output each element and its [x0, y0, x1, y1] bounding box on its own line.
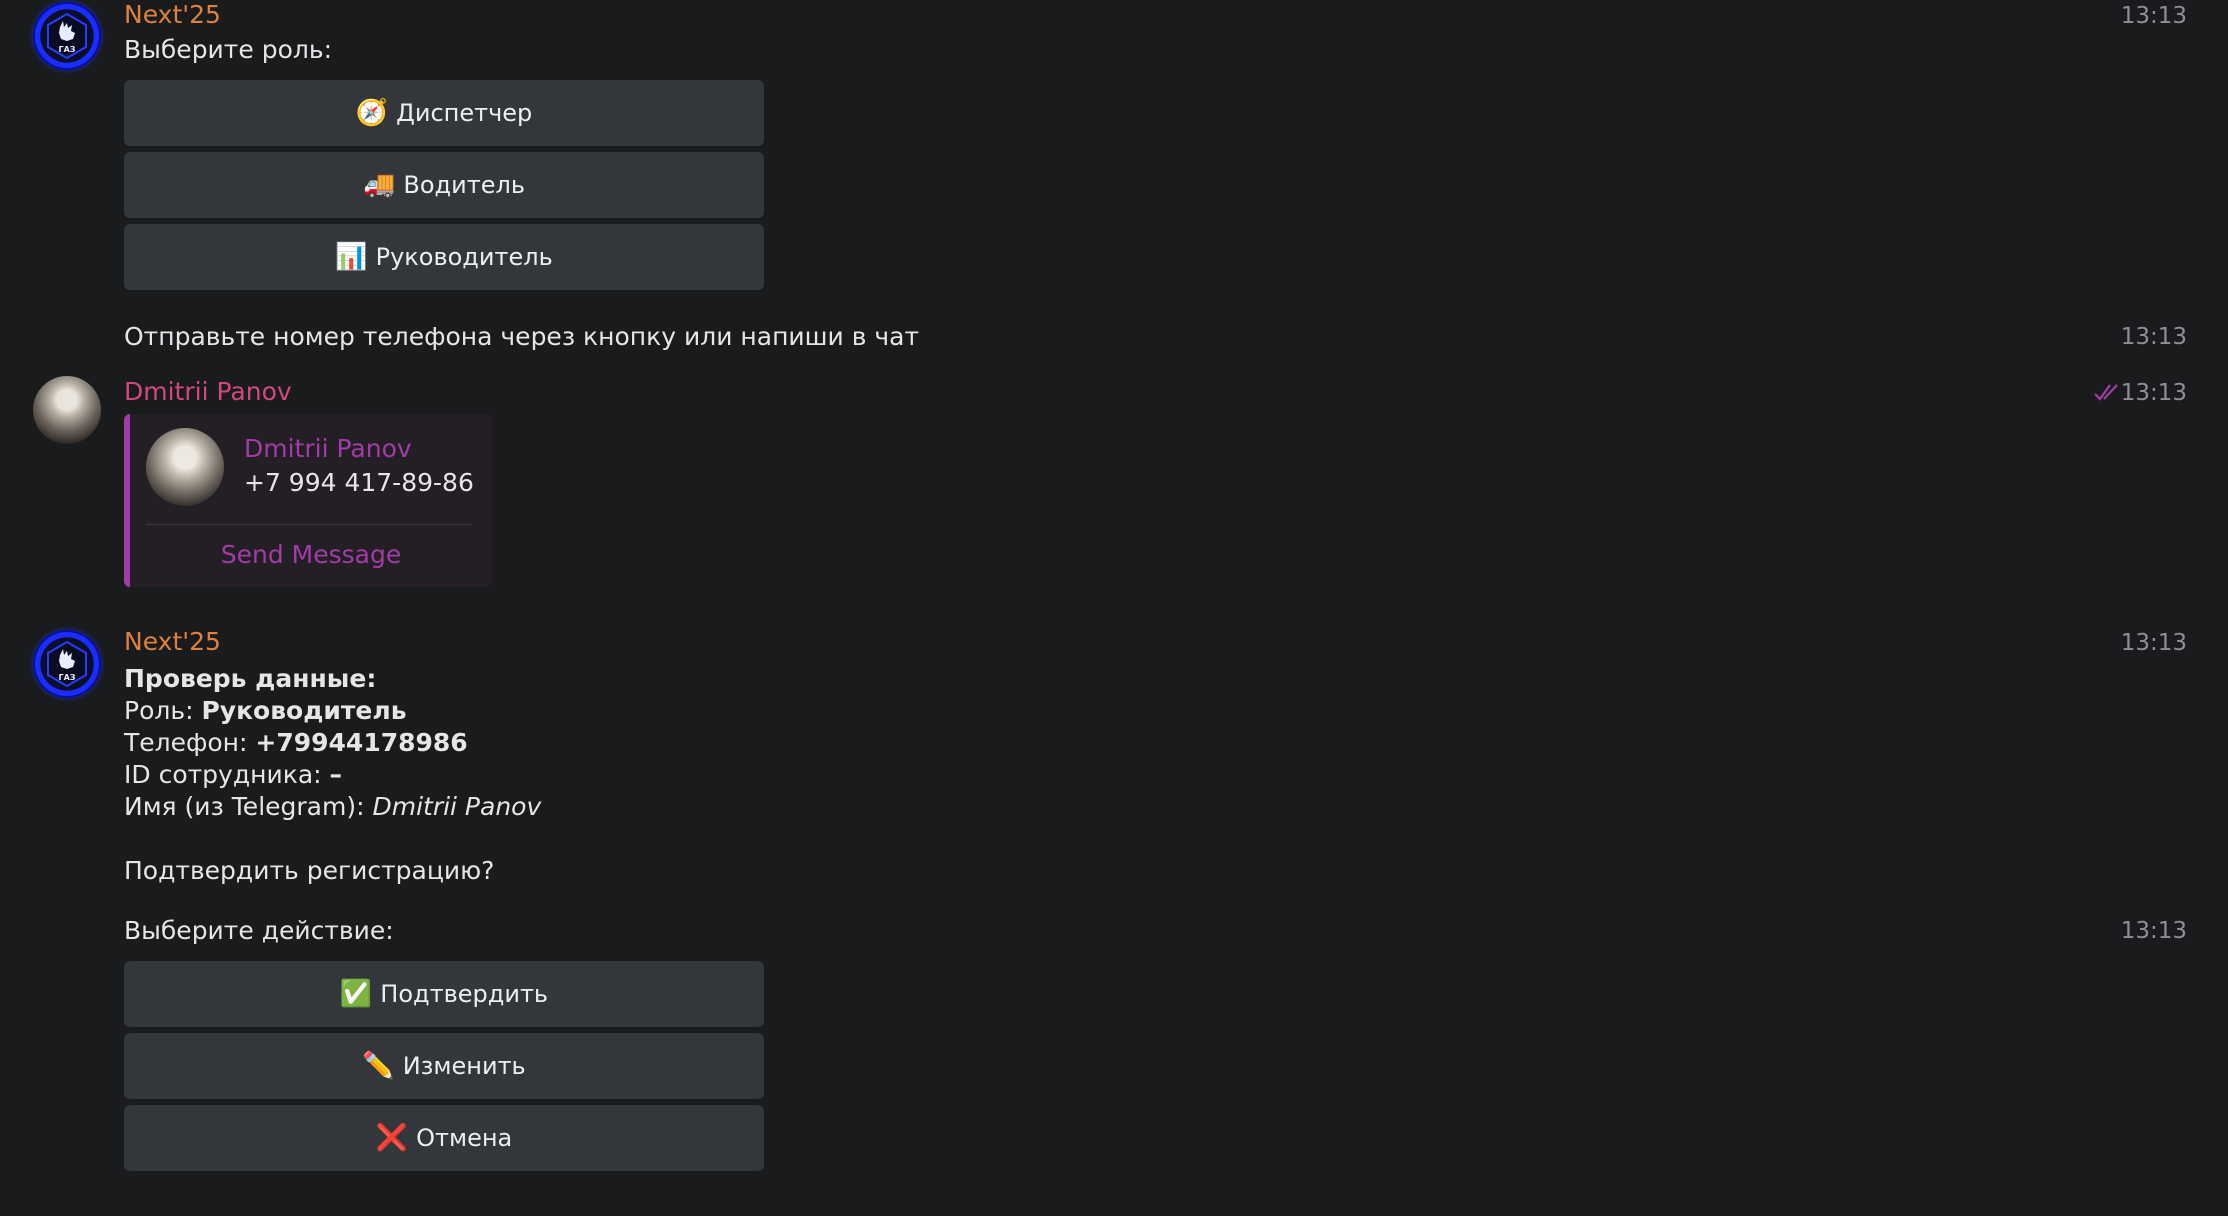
role-label: Роль: — [124, 696, 202, 725]
role-dispatcher-button[interactable]: 🧭 Диспетчер — [124, 80, 764, 146]
send-message-button[interactable]: Send Message — [130, 540, 492, 569]
heading-text: Проверь данные: — [124, 664, 377, 693]
button-label: Отмена — [416, 1124, 513, 1152]
button-label: Изменить — [402, 1052, 526, 1080]
compass-icon: 🧭 — [355, 98, 389, 128]
button-label: Водитель — [403, 171, 525, 199]
message-heading: Проверь данные: — [124, 663, 376, 695]
contact-name[interactable]: Dmitrii Panov — [244, 434, 412, 463]
employee-id-line: ID сотрудника: – — [124, 759, 342, 791]
divider — [146, 524, 472, 525]
chat-page: ГАЗ Next'25 13:13 Выберите роль: 🧭 Диспе… — [0, 0, 2228, 1216]
gaz-deer-logo-icon: ГАЗ — [47, 13, 87, 59]
contact-avatar[interactable] — [146, 428, 224, 506]
message-time: 13:13 — [2120, 324, 2187, 350]
name-label: Имя (из Telegram): — [124, 792, 373, 821]
button-label: Руководитель — [375, 243, 553, 271]
id-value: – — [329, 760, 343, 789]
role-driver-button[interactable]: 🚚 Водитель — [124, 152, 764, 218]
button-label: Подтвердить — [380, 980, 549, 1008]
pencil-icon: ✏️ — [362, 1051, 395, 1081]
bot-avatar[interactable]: ГАЗ — [33, 2, 101, 70]
gaz-deer-logo-icon: ГАЗ — [47, 641, 87, 687]
message-time: 13:13 — [2120, 3, 2187, 29]
message-time: 13:13 — [2120, 918, 2187, 944]
role-line: Роль: Руководитель — [124, 695, 407, 727]
message-time: 13:13 — [2120, 380, 2187, 406]
svg-text:ГАЗ: ГАЗ — [59, 45, 76, 54]
role-value: Руководитель — [201, 696, 407, 725]
bar-chart-icon: 📊 — [335, 242, 368, 272]
message-text: Выберите роль: — [124, 35, 332, 64]
contact-phone: +7 994 417-89-86 — [244, 468, 474, 497]
button-label: Диспетчер — [396, 99, 533, 127]
role-manager-button[interactable]: 📊 Руководитель — [124, 224, 764, 290]
contact-card[interactable]: Dmitrii Panov +7 994 417-89-86 Send Mess… — [124, 414, 492, 587]
phone-line: Телефон: +79944178986 — [124, 727, 468, 759]
message-time: 13:13 — [2120, 630, 2187, 656]
sender-name[interactable]: Next'25 — [124, 627, 221, 657]
message-text: Выберите действие: — [124, 916, 394, 945]
check-mark-icon: ✅ — [339, 979, 373, 1009]
bot-avatar[interactable]: ГАЗ — [33, 630, 101, 698]
cancel-button[interactable]: ❌ Отмена — [124, 1105, 764, 1171]
id-label: ID сотрудника: — [124, 760, 330, 789]
user-avatar[interactable] — [33, 376, 101, 444]
sender-name[interactable]: Next'25 — [124, 0, 221, 30]
truck-icon: 🚚 — [363, 170, 396, 200]
sender-name[interactable]: Dmitrii Panov — [124, 377, 292, 407]
message-text: Отправьте номер телефона через кнопку ил… — [124, 322, 920, 351]
confirm-question: Подтвердить регистрацию? — [124, 856, 495, 885]
double-check-icon — [2094, 384, 2118, 401]
phone-label: Телефон: — [124, 728, 256, 757]
edit-button[interactable]: ✏️ Изменить — [124, 1033, 764, 1099]
svg-text:ГАЗ: ГАЗ — [59, 673, 76, 682]
confirm-button[interactable]: ✅ Подтвердить — [124, 961, 764, 1027]
phone-value[interactable]: +79944178986 — [255, 728, 467, 757]
cross-mark-icon: ❌ — [375, 1123, 409, 1153]
telegram-name-line: Имя (из Telegram): Dmitrii Panov — [124, 791, 541, 823]
name-value: Dmitrii Panov — [372, 792, 542, 821]
